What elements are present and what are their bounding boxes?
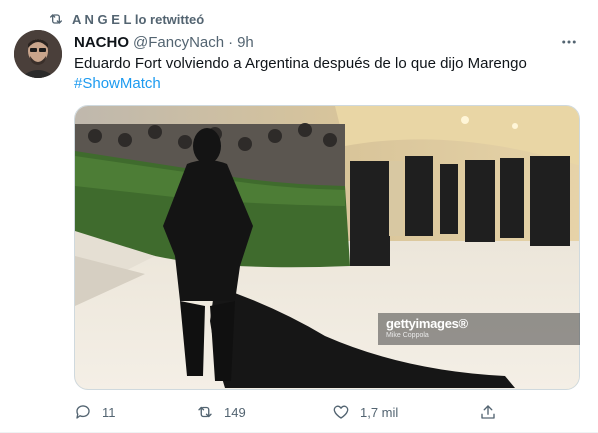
retweet-suffix: lo retwitteó bbox=[134, 11, 205, 27]
tweet-timestamp[interactable]: 9h bbox=[237, 34, 254, 51]
retweet-icon bbox=[198, 406, 212, 418]
reply-count: 11 bbox=[102, 404, 116, 420]
reply-button[interactable]: 11 bbox=[74, 400, 116, 424]
author-name[interactable]: NACHO bbox=[74, 34, 129, 51]
tweet-header: NACHO @FancyNach · 9h bbox=[74, 33, 254, 51]
more-icon bbox=[562, 40, 576, 44]
share-icon bbox=[481, 405, 495, 419]
tweet-actions: 11 149 1,7 mil bbox=[74, 400, 574, 424]
header-separator: · bbox=[228, 33, 234, 51]
hashtag-link[interactable]: #ShowMatch bbox=[74, 74, 574, 94]
more-options-button[interactable] bbox=[558, 32, 580, 52]
tweet-card[interactable]: A N G E L lo retwitteó NACHO @FancyNach … bbox=[0, 0, 598, 433]
author-handle[interactable]: @FancyNach bbox=[133, 34, 224, 51]
reply-icon bbox=[76, 405, 90, 419]
avatar[interactable] bbox=[14, 30, 62, 78]
watermark-brand: gettyimages® bbox=[386, 316, 468, 331]
tweet-body: Eduardo Fort volviendo a Argentina despu… bbox=[74, 55, 527, 72]
like-button[interactable]: 1,7 mil bbox=[332, 400, 398, 424]
tweet-text: Eduardo Fort volviendo a Argentina despu… bbox=[74, 54, 574, 94]
retweeter-name[interactable]: A N G E L bbox=[72, 12, 131, 27]
share-button[interactable] bbox=[479, 400, 497, 424]
like-count: 1,7 mil bbox=[360, 404, 399, 420]
retweet-icon bbox=[50, 14, 62, 24]
tweet-photo[interactable] bbox=[74, 105, 580, 390]
heart-icon bbox=[333, 405, 349, 419]
retweet-count: 149 bbox=[224, 404, 246, 420]
getty-watermark: gettyimages® Mike Coppola bbox=[378, 313, 580, 345]
retweet-context: A N G E L lo retwitteó bbox=[48, 10, 204, 28]
watermark-credit: Mike Coppola bbox=[386, 332, 429, 339]
retweet-button[interactable]: 149 bbox=[196, 400, 246, 424]
